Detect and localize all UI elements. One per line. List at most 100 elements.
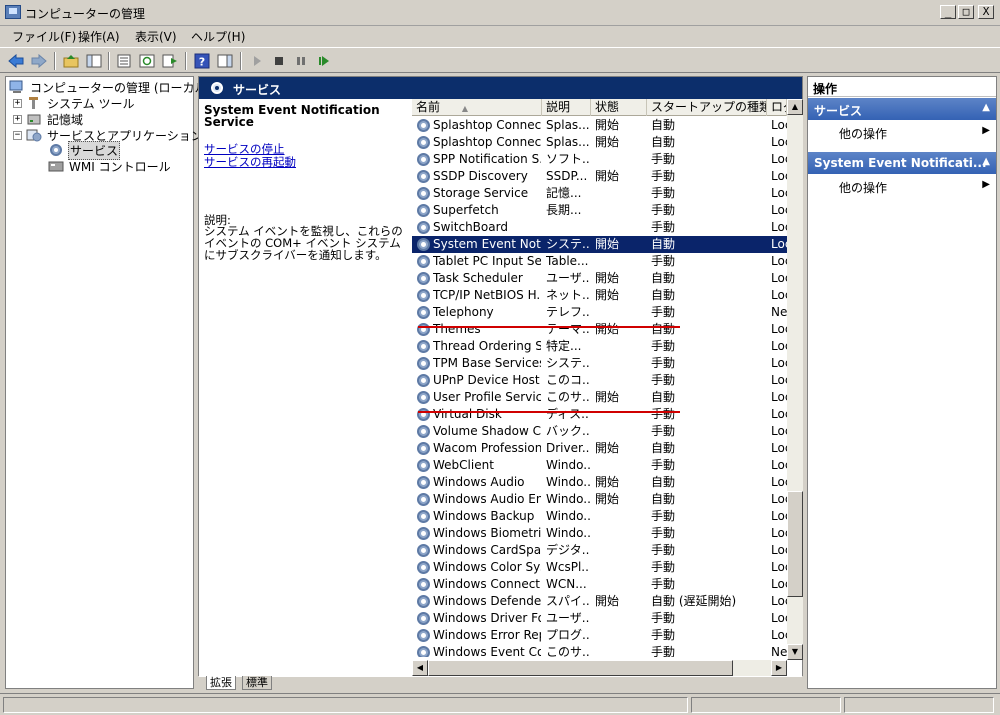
- menu-help[interactable]: ヘルプ(H): [191, 28, 245, 45]
- menu-file[interactable]: ファイル(F): [12, 28, 76, 45]
- help-icon[interactable]: ?: [193, 52, 211, 70]
- vertical-scrollbar[interactable]: ▲ ▼: [787, 99, 803, 660]
- gear-icon: [417, 221, 430, 234]
- tree-storage[interactable]: + 記憶域: [13, 111, 84, 127]
- service-row[interactable]: Windows CardSpace デジタ... 手動 Loc: [412, 542, 787, 559]
- column-header-name[interactable]: 名前 ▲: [412, 99, 542, 116]
- more-actions-services[interactable]: 他の操作 ▶: [808, 123, 996, 141]
- service-description: バック...: [546, 424, 590, 438]
- close-button[interactable]: X: [978, 5, 994, 19]
- pause-icon[interactable]: [292, 52, 310, 70]
- back-arrow-icon[interactable]: [7, 52, 25, 70]
- gear-icon: [417, 136, 430, 149]
- column-header-status[interactable]: 状態: [591, 99, 647, 116]
- computer-management-icon: [5, 5, 21, 19]
- restart-service-link[interactable]: サービスの再起動: [204, 154, 296, 170]
- service-row[interactable]: SSDP Discovery SSDP... 開始 手動 Loc: [412, 168, 787, 185]
- service-startup-type: 自動: [651, 322, 676, 336]
- service-row[interactable]: Windows Backup Windo... 手動 Loc: [412, 508, 787, 525]
- service-name: Task Scheduler: [433, 271, 523, 285]
- action-section-services[interactable]: サービス ▲: [808, 98, 996, 120]
- service-row[interactable]: SwitchBoard 手動 Loc: [412, 219, 787, 236]
- restart-icon[interactable]: [315, 52, 333, 70]
- service-row[interactable]: Splashtop Connect ... Splas... 開始 自動 Loc: [412, 117, 787, 134]
- service-row[interactable]: Superfetch 長期... 手動 Loc: [412, 202, 787, 219]
- service-row[interactable]: SPP Notification S... ソフト... 手動 Loc: [412, 151, 787, 168]
- service-description: Windo...: [546, 509, 590, 523]
- service-row[interactable]: Wacom Professiona... Driver... 開始 自動 Loc: [412, 440, 787, 457]
- service-row[interactable]: TPM Base Services システ... 手動 Loc: [412, 355, 787, 372]
- column-header-desc[interactable]: 説明: [542, 99, 591, 116]
- tree-services[interactable]: サービス: [48, 140, 121, 160]
- service-row[interactable]: UPnP Device Host このコ... 手動 Loc: [412, 372, 787, 389]
- stop-icon[interactable]: [270, 52, 288, 70]
- service-row[interactable]: TCP/IP NetBIOS H... ネット... 開始 自動 Loc: [412, 287, 787, 304]
- service-row[interactable]: WebClient Windo... 手動 Loc: [412, 457, 787, 474]
- service-row[interactable]: Splashtop Connect ... Splas... 開始 自動 Loc: [412, 134, 787, 151]
- gear-icon: [417, 255, 430, 268]
- action-pane-icon[interactable]: [216, 52, 234, 70]
- service-row[interactable]: Thread Ordering Se... 特定... 手動 Loc: [412, 338, 787, 355]
- forward-arrow-icon[interactable]: [30, 52, 48, 70]
- scroll-left-button[interactable]: ◀: [412, 660, 428, 676]
- column-header-startup[interactable]: スタートアップの種類: [647, 99, 767, 116]
- scroll-right-button[interactable]: ▶: [771, 660, 787, 676]
- service-row[interactable]: Windows Audio End... Windo... 開始 自動 Loc: [412, 491, 787, 508]
- show-tree-icon[interactable]: [85, 52, 103, 70]
- service-row[interactable]: Storage Service 記憶... 手動 Loc: [412, 185, 787, 202]
- service-row[interactable]: Windows Event Col... このサ... 手動 Ne: [412, 644, 787, 657]
- more-actions-selected[interactable]: 他の操作 ▶: [808, 177, 996, 195]
- collapse-caret-icon[interactable]: ▲: [982, 102, 990, 113]
- service-row[interactable]: System Event Notif... システ... 開始 自動 Loc: [412, 236, 787, 253]
- play-icon[interactable]: [248, 52, 266, 70]
- up-folder-icon[interactable]: [62, 52, 80, 70]
- service-logon: Loc: [771, 186, 787, 200]
- service-startup-type: 自動: [651, 492, 676, 506]
- minimize-button[interactable]: _: [940, 5, 956, 19]
- service-logon: Loc: [771, 373, 787, 387]
- hscroll-thumb[interactable]: [428, 660, 733, 676]
- menu-action[interactable]: 操作(A): [78, 28, 120, 45]
- service-row[interactable]: Task Scheduler ユーザ... 開始 自動 Loc: [412, 270, 787, 287]
- expand-icon[interactable]: +: [13, 114, 22, 124]
- tree-system-tools[interactable]: + システム ツール: [13, 95, 135, 111]
- tab-extended[interactable]: 拡張: [206, 676, 236, 690]
- service-row[interactable]: Virtual Disk ディス... 手動 Loc: [412, 406, 787, 423]
- service-description: このサ...: [546, 645, 590, 657]
- column-header-logon[interactable]: ログ: [767, 99, 787, 116]
- service-row[interactable]: Volume Shadow Co... バック... 手動 Loc: [412, 423, 787, 440]
- service-row[interactable]: Windows Driver Fo... ユーザ... 手動 Loc: [412, 610, 787, 627]
- tab-standard[interactable]: 標準: [242, 676, 272, 690]
- service-row[interactable]: Windows Audio Windo... 開始 自動 Loc: [412, 474, 787, 491]
- service-row[interactable]: Tablet PC Input Se... Table... 手動 Loc: [412, 253, 787, 270]
- service-status: 開始: [595, 475, 620, 489]
- service-row[interactable]: Windows Error Rep... プログ... 手動 Loc: [412, 627, 787, 644]
- svg-text:?: ?: [199, 56, 205, 69]
- menu-view[interactable]: 表示(V): [135, 28, 177, 45]
- export-icon[interactable]: [161, 52, 179, 70]
- service-row[interactable]: Windows Defender スパイ... 開始 自動 (遅延開始) Loc: [412, 593, 787, 610]
- tree-root[interactable]: コンピューターの管理 (ローカル): [9, 79, 212, 95]
- service-row[interactable]: Themes テーマ... 開始 自動 Loc: [412, 321, 787, 338]
- properties-icon[interactable]: [115, 52, 133, 70]
- tree-wmi[interactable]: WMI コントロール: [48, 158, 172, 174]
- service-logon: Loc: [771, 492, 787, 506]
- service-row[interactable]: Windows Connect ... WCN... 手動 Loc: [412, 576, 787, 593]
- action-section-selected-service[interactable]: System Event Notificati... ▲: [808, 152, 996, 174]
- scroll-up-button[interactable]: ▲: [787, 99, 803, 115]
- horizontal-scrollbar[interactable]: ◀ ▶: [412, 660, 787, 676]
- collapse-icon[interactable]: −: [13, 130, 22, 140]
- expand-icon[interactable]: +: [13, 98, 22, 108]
- scroll-thumb[interactable]: [787, 491, 803, 597]
- service-logon: Loc: [771, 237, 787, 251]
- collapse-caret-icon[interactable]: ▲: [982, 156, 990, 167]
- scroll-down-button[interactable]: ▼: [787, 644, 803, 660]
- service-row[interactable]: Windows Biometric... Windo... 手動 Loc: [412, 525, 787, 542]
- service-row[interactable]: Windows Color Sys... WcsPl... 手動 Loc: [412, 559, 787, 576]
- service-row[interactable]: Telephony テレフ... 手動 Ne: [412, 304, 787, 321]
- service-row[interactable]: User Profile Service このサ... 開始 自動 Loc: [412, 389, 787, 406]
- refresh-icon[interactable]: [138, 52, 156, 70]
- service-startup-type: 自動: [651, 135, 676, 149]
- maximize-button[interactable]: □: [958, 5, 974, 19]
- service-startup-type: 手動: [651, 577, 676, 591]
